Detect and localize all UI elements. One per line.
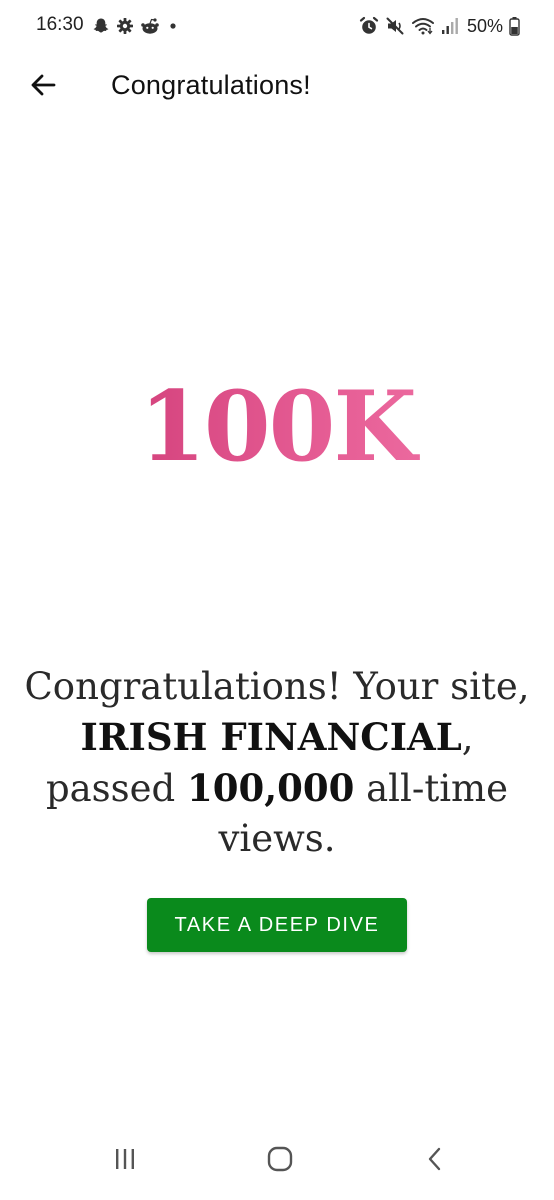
snapchat-icon	[92, 17, 110, 35]
message-prefix: Congratulations! Your site,	[24, 665, 530, 708]
battery-percentage: 50%	[466, 15, 503, 36]
alarm-icon	[359, 16, 379, 36]
signal-icon	[441, 16, 459, 36]
home-button[interactable]	[250, 1138, 310, 1184]
status-bar: 16:30 50%	[0, 0, 554, 54]
take-deep-dive-button[interactable]: TAKE A DEEP DIVE	[147, 898, 407, 952]
system-back-button[interactable]	[405, 1138, 465, 1184]
dot-icon	[166, 17, 180, 35]
settings-icon	[116, 17, 134, 35]
views-count: 100,000	[187, 766, 355, 810]
battery-icon	[509, 16, 520, 36]
arrow-left-icon	[29, 71, 57, 104]
wifi-icon	[411, 16, 435, 36]
status-time: 16:30	[36, 14, 84, 35]
congratulations-message: Congratulations! Your site, IRISH FINANC…	[10, 662, 544, 864]
navigation-bar	[0, 1120, 554, 1200]
reddit-icon	[140, 17, 160, 35]
app-bar: Congratulations!	[0, 58, 554, 114]
chevron-left-icon	[423, 1145, 447, 1178]
status-left-icons	[92, 16, 180, 36]
mute-icon	[385, 16, 405, 36]
page-title: Congratulations!	[111, 70, 311, 100]
back-button[interactable]	[22, 66, 64, 108]
site-name: IRISH FINANCIAL	[80, 715, 462, 759]
recents-button[interactable]	[95, 1138, 155, 1184]
home-icon	[265, 1144, 295, 1179]
recents-icon	[111, 1146, 139, 1177]
status-right-icons: 50%	[359, 14, 520, 38]
milestone-badge: 100K	[0, 372, 554, 482]
